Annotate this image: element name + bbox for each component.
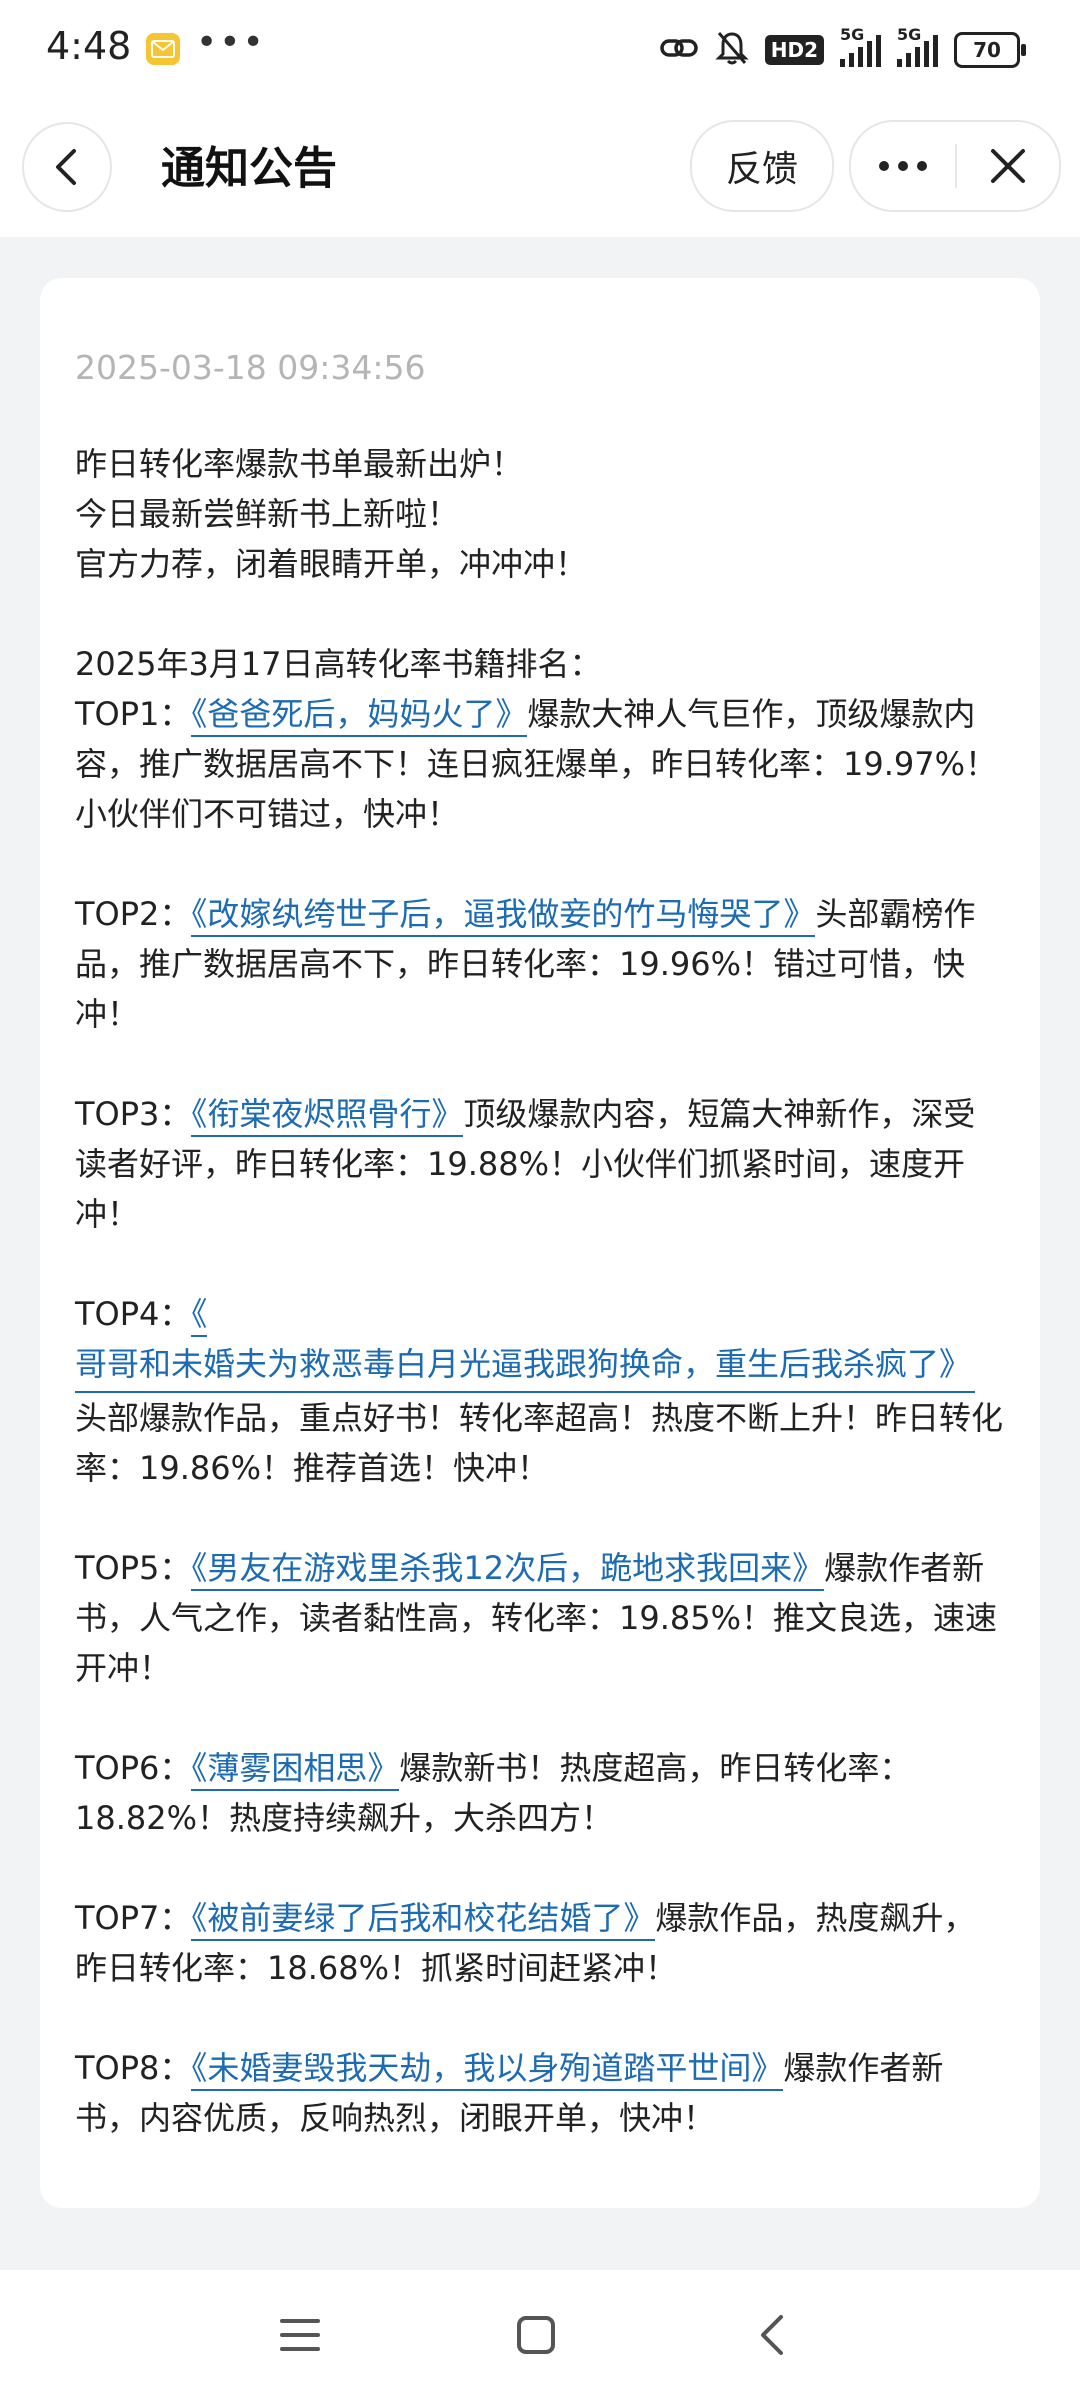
chevron-left-icon [56, 149, 76, 185]
ranking-item-8: TOP8：《未婚妻毁我天劫，我以身殉道踏平世间》爆款作者新书，内容优质，反响热烈… [75, 2043, 1005, 2143]
status-more-icon: ••• [196, 22, 266, 63]
rank-label: TOP3： [75, 1095, 192, 1133]
app-header: 通知公告 反馈 [0, 100, 1080, 237]
rank-label: TOP7： [75, 1899, 192, 1937]
rank-label: TOP5： [75, 1549, 192, 1587]
book-link[interactable]: 《未婚妻毁我天劫，我以身殉道踏平世间》 [191, 2049, 784, 2091]
intro-line: 昨日转化率爆款书单最新出炉！ [75, 445, 524, 483]
status-time: 4:48 [46, 24, 132, 68]
more-menu-button[interactable] [851, 122, 955, 210]
more-dots-icon [879, 161, 927, 171]
nav-menu-button[interactable] [260, 2300, 340, 2370]
system-nav-bar [0, 2270, 1080, 2400]
book-link[interactable]: 《爸爸死后，妈妈火了》 [191, 695, 528, 737]
ranking-title: 2025年3月17日高转化率书籍排名： [75, 645, 602, 683]
notice-intro: 昨日转化率爆款书单最新出炉！ 今日最新尝鲜新书上新啦！ 官方力荐，闭着眼睛开单，… [75, 439, 1005, 589]
ranking-item-3: TOP3：《衔棠夜烬照骨行》顶级爆款内容，短篇大神新作，深受读者好评，昨日转化率… [75, 1089, 1005, 1239]
page-title: 通知公告 [161, 143, 337, 194]
rank-label: TOP8： [75, 2049, 192, 2087]
intro-line: 官方力荐，闭着眼睛开单，冲冲冲！ [75, 545, 588, 583]
book-link-open[interactable]: 《 [191, 1295, 208, 1337]
mini-program-capsule [849, 120, 1061, 212]
book-link[interactable]: 《改嫁纨绔世子后，逼我做妾的竹马悔哭了》 [191, 895, 816, 937]
ranking-item-1: 2025年3月17日高转化率书籍排名： TOP1：《爸爸死后，妈妈火了》爆款大神… [75, 639, 1005, 839]
book-link[interactable]: 《被前妻绿了后我和校花结婚了》 [191, 1899, 656, 1941]
nav-back-button[interactable] [732, 2300, 812, 2370]
book-link[interactable]: 《男友在游戏里杀我12次后，跪地求我回来》 [191, 1549, 825, 1591]
hd-voice-badge: HD2 [764, 35, 824, 65]
mute-bell-icon [715, 30, 749, 70]
book-link[interactable]: 《衔棠夜烬照骨行》 [191, 1095, 464, 1137]
hamburger-icon [280, 2319, 320, 2351]
rank-label: TOP4： [75, 1295, 192, 1333]
link-icon [659, 33, 699, 67]
intro-line: 今日最新尝鲜新书上新啦！ [75, 495, 460, 533]
close-button[interactable] [957, 122, 1059, 210]
close-icon [991, 149, 1025, 183]
rank-label: TOP1： [75, 695, 192, 733]
square-home-icon [517, 2316, 555, 2354]
mail-notification-icon [146, 33, 180, 65]
nav-home-button[interactable] [496, 2300, 576, 2370]
rank-desc: 头部爆款作品，重点好书！转化率超高！热度不断上升！昨日转化率：19.86%！推荐… [75, 1399, 1004, 1487]
battery-icon: 70 [954, 32, 1026, 68]
status-bar: 4:48 ••• HD2 5G 5G 70 [0, 0, 1080, 100]
notice-card: 2025-03-18 09:34:56 昨日转化率爆款书单最新出炉！ 今日最新尝… [40, 278, 1040, 2208]
ranking-item-6: TOP6：《薄雾困相思》爆款新书！热度超高，昨日转化率：18.82%！热度持续飙… [75, 1743, 1005, 1843]
notice-content: 2025-03-18 09:34:56 昨日转化率爆款书单最新出炉！ 今日最新尝… [75, 348, 1005, 2193]
rank-label: TOP6： [75, 1749, 192, 1787]
rank-label: TOP2： [75, 895, 192, 933]
triangle-back-icon [761, 2315, 783, 2355]
book-link[interactable]: 《薄雾困相思》 [191, 1749, 400, 1791]
notice-date: 2025-03-18 09:34:56 [75, 348, 426, 387]
signal-strength-icon-2: 5G [897, 25, 938, 67]
book-link[interactable]: 哥哥和未婚夫为救恶毒白月光逼我跟狗换命，重生后我杀疯了》 [75, 1339, 976, 1393]
feedback-button[interactable]: 反馈 [690, 120, 834, 212]
back-button[interactable] [22, 122, 112, 212]
ranking-item-4: TOP4：《 哥哥和未婚夫为救恶毒白月光逼我跟狗换命，重生后我杀疯了》头部爆款作品… [75, 1289, 1005, 1493]
signal-strength-icon: 5G [840, 25, 881, 67]
ranking-item-7: TOP7：《被前妻绿了后我和校花结婚了》爆款作品，热度飙升，昨日转化率：18.6… [75, 1893, 1005, 1993]
ranking-item-5: TOP5：《男友在游戏里杀我12次后，跪地求我回来》爆款作者新书，人气之作，读者… [75, 1543, 1005, 1693]
status-icons: HD2 5G 5G 70 [659, 25, 1026, 72]
ranking-item-2: TOP2：《改嫁纨绔世子后，逼我做妾的竹马悔哭了》头部霸榜作品，推广数据居高不下… [75, 889, 1005, 1039]
